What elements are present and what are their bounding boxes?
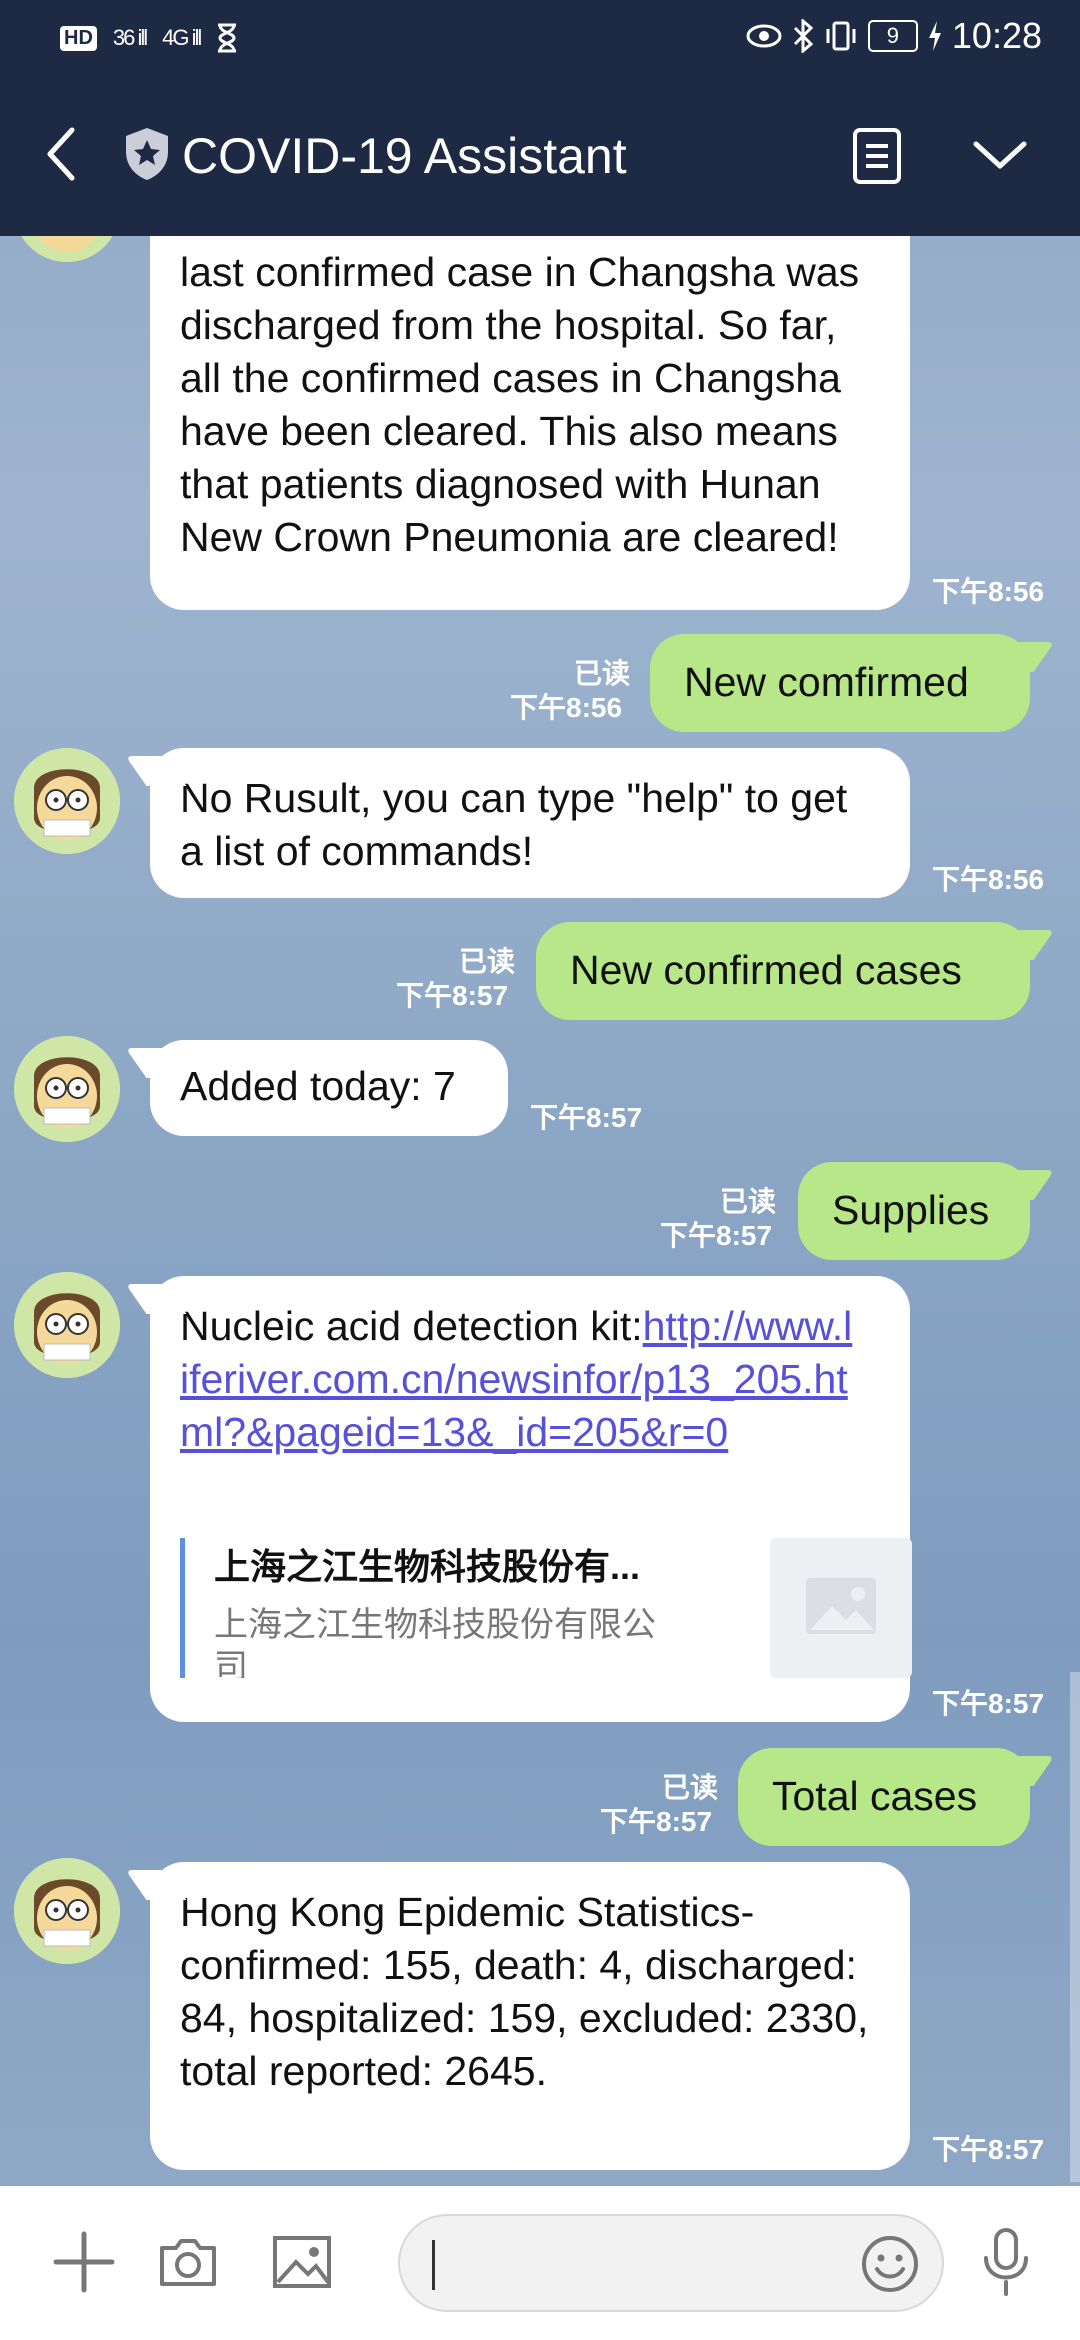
message-bubble[interactable]: Nucleic acid detection kit:http://www.li… [150,1276,912,1722]
message-text: New comfirmed [684,659,969,705]
signal-strength-2: 4G ill [162,25,202,50]
hourglass-icon [218,23,237,53]
message-time: 下午8:57 [932,1688,1045,1719]
charging-icon [928,21,941,51]
clock: 10:28 [951,15,1042,56]
avatar[interactable] [14,1858,120,1964]
message-text: last confirmed case in Changsha was disc… [180,249,860,560]
vibrate-icon [826,21,856,51]
bot-avatar-icon [14,748,120,854]
status-bar: HD 36 ill 4G ill 9 10:28 [0,0,1080,74]
microphone-icon[interactable] [978,2226,1034,2298]
back-icon[interactable] [38,124,88,184]
message-time: 下午8:57 [932,2134,1045,2165]
message-time: 下午8:57 [600,1806,713,1837]
chat-header: COVID-19 Assistant [0,74,1080,236]
bot-avatar-icon [14,1272,120,1378]
message-bubble[interactable]: Hong Kong Epidemic Statistics-confirmed:… [150,1862,910,2170]
message-time: 下午8:56 [932,864,1045,895]
signal-strength-1: 36 ill [112,25,148,50]
message-text: Hong Kong Epidemic Statistics-confirmed:… [180,1889,869,2094]
message-text: New confirmed cases [570,947,962,993]
chat-title: COVID-19 Assistant [182,128,627,184]
message-time: 下午8:57 [660,1220,773,1251]
preview-accent-bar [180,1538,185,1678]
message-time: 下午8:57 [396,980,509,1011]
message-bubble-outgoing[interactable]: New comfirmed [650,634,1030,732]
message-text: No Rusult, you can type "help" to get a … [180,775,848,874]
notes-icon[interactable] [850,126,904,186]
bot-avatar-icon [21,236,113,262]
message-input[interactable] [398,2214,944,2312]
message-bubble-outgoing[interactable]: New confirmed cases [536,922,1030,1020]
image-icon[interactable] [270,2230,334,2294]
avatar[interactable] [14,1036,120,1142]
bot-avatar-icon [14,1036,120,1142]
message-bubble[interactable]: last confirmed case in Changsha was disc… [150,236,910,610]
text-caret [432,2240,435,2290]
battery-level: 9 [867,20,918,52]
avatar[interactable] [14,1272,120,1378]
message-text: Total cases [772,1773,978,1819]
status-left: HD 36 ill 4G ill [60,18,238,58]
plus-icon[interactable] [52,2230,116,2294]
message-time: 下午8:56 [510,692,623,723]
hd-badge: HD [60,25,97,51]
message-bubble-outgoing[interactable]: Supplies [798,1162,1030,1260]
scrollbar[interactable] [1070,1672,1080,2182]
chevron-down-icon[interactable] [972,136,1028,176]
bluetooth-icon [793,19,814,53]
message-bubble[interactable]: No Rusult, you can type "help" to get a … [150,748,910,898]
image-placeholder-icon [806,1578,876,1634]
shield-icon [126,128,168,180]
camera-icon[interactable] [156,2230,220,2294]
message-bubble-outgoing[interactable]: Total cases [738,1748,1030,1846]
status-right: 9 10:28 [746,14,1042,58]
avatar[interactable] [14,748,120,854]
message-time: 下午8:56 [932,576,1045,607]
input-bar [0,2186,1080,2340]
eye-icon [746,24,782,48]
preview-description: 上海之江生物科技股份有限公司 [214,1606,656,1678]
bot-avatar-icon [14,1858,120,1964]
message-text: Nucleic acid detection kit: [180,1303,643,1349]
preview-title: 上海之江生物科技股份有... [214,1546,641,1587]
chat-area[interactable]: last confirmed case in Changsha was disc… [0,236,1080,2186]
message-bubble[interactable]: Added today: 7 [150,1040,508,1136]
link-preview-card[interactable]: 上海之江生物科技股份有... 上海之江生物科技股份有限公司 [180,1538,930,1678]
message-text: Supplies [832,1187,990,1233]
message-text: Added today: 7 [180,1063,456,1109]
avatar[interactable] [14,236,120,262]
preview-thumbnail [770,1538,912,1678]
message-time: 下午8:57 [530,1102,643,1133]
emoji-icon[interactable] [860,2234,920,2294]
